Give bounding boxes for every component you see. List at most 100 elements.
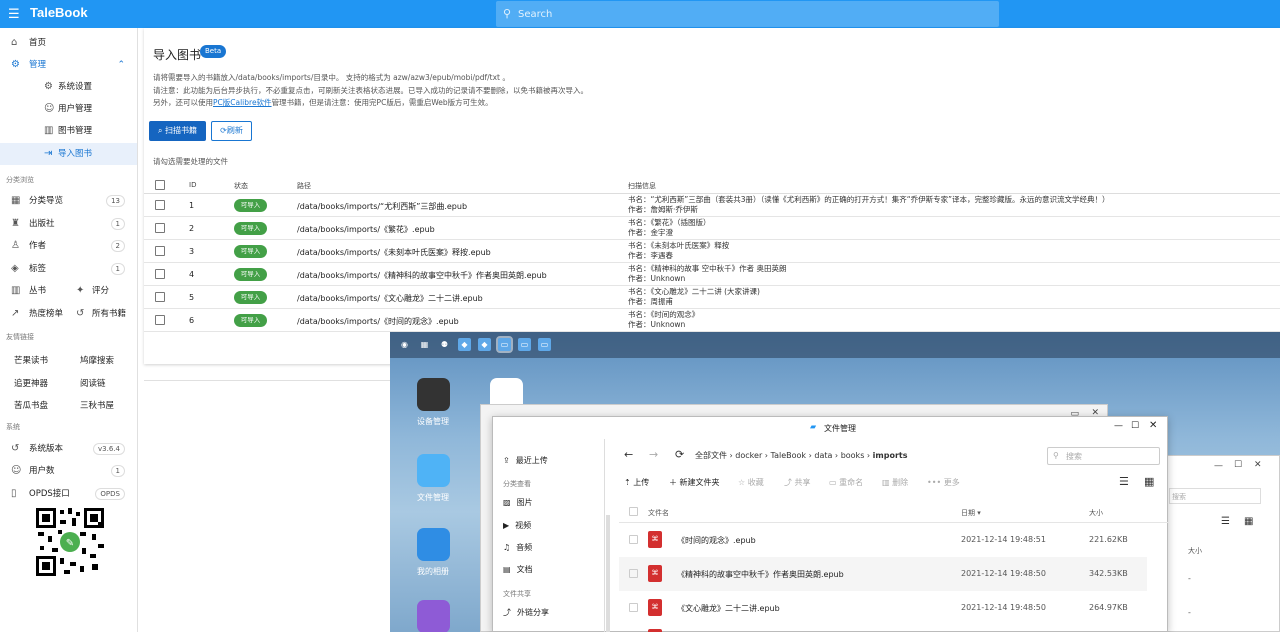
search-input[interactable]: ⚲ Search (496, 1, 999, 27)
background-window-2[interactable]: — ☐ ✕ 搜索 ☰ ▦ 大小 - - (1155, 455, 1280, 632)
desktop-icon-device[interactable]: 设备管理 (407, 378, 459, 427)
nav-system-settings[interactable]: ⚙ 系统设置 (0, 76, 137, 98)
table-row[interactable]: 4 可导入/data/books/imports/《精神科的故事空中秋千》作者奥田… (144, 263, 1280, 286)
app-title[interactable]: TaleBook (30, 5, 88, 20)
close-icon[interactable]: ✕ (1254, 460, 1262, 470)
row-checkbox[interactable] (155, 246, 165, 256)
camera-icon[interactable]: ◉ (398, 338, 411, 351)
row-checkbox[interactable] (155, 269, 165, 279)
table-row[interactable]: 6 可导入/data/books/imports/《时间的观念》.epub 书名：… (144, 309, 1280, 332)
link-item[interactable]: 芒果读书 (14, 354, 48, 366)
sidebar-item-share[interactable]: ⤴ 外链分享 (503, 607, 549, 618)
row-checkbox[interactable] (629, 535, 638, 544)
nav-publisher[interactable]: ♜ 出版社 1 (0, 213, 137, 235)
minimize-icon[interactable]: — (1214, 461, 1223, 471)
breadcrumb-item[interactable]: TaleBook (771, 451, 807, 460)
nav-import-books[interactable]: ⇥ 导入图书 (0, 143, 137, 165)
folder-icon[interactable]: ▭ (496, 336, 513, 353)
grid-view-icon[interactable]: ▦ (1144, 475, 1154, 488)
nav-rating[interactable]: ✦ 评分 (70, 280, 137, 302)
maximize-icon[interactable]: ☐ (1131, 421, 1139, 431)
link-item[interactable]: 阅读链 (80, 377, 106, 389)
breadcrumb-item[interactable]: docker (735, 451, 762, 460)
row-checkbox[interactable] (629, 569, 638, 578)
network-icon[interactable]: ⚉ (438, 338, 451, 351)
upload-button[interactable]: ⇡ 上传 (624, 477, 649, 488)
delete-button[interactable]: ▥ 删除 (882, 477, 908, 488)
more-button[interactable]: ••• 更多 (927, 477, 960, 488)
nav-version[interactable]: ↺ 系统版本 v3.6.4 (0, 438, 137, 460)
file-row[interactable]: ⌘ 《文心雕龙》二十二讲.epub 2021-12-14 19:48:50 264.9… (619, 591, 1147, 625)
desktop-icon-photos[interactable]: 我的相册 (407, 528, 459, 577)
table-row[interactable]: 3 可导入/data/books/imports/《未刻本叶氏医案》释按.epub… (144, 240, 1280, 263)
nav-series[interactable]: ▥ 丛书 (0, 280, 70, 302)
scan-button[interactable]: ⌕ 扫描书籍 (149, 121, 206, 141)
table-row[interactable]: 2 可导入/data/books/imports/《繁花》.epub 书名：《繁花… (144, 217, 1280, 240)
file-row[interactable] (619, 625, 1147, 632)
maximize-icon[interactable]: ☐ (1234, 460, 1242, 470)
nav-user-count[interactable]: ☺ 用户数 1 (0, 460, 137, 482)
new-folder-button[interactable]: ＋ 新建文件夹 (669, 477, 720, 488)
sort-date[interactable]: 日期 ▾ (961, 508, 981, 518)
breadcrumb-item[interactable]: imports (873, 451, 908, 460)
refresh-button[interactable]: ⟳刷新 (211, 121, 252, 141)
table-row[interactable]: 5 可导入/data/books/imports/《文心雕龙》二十二讲.epub … (144, 286, 1280, 309)
forward-icon[interactable]: → (649, 448, 658, 461)
nav-home[interactable]: ⌂ 首页 (0, 32, 137, 54)
file-row[interactable]: ⌘ 《精神科的故事空中秋千》作者奥田英朗.epub 2021-12-14 19:48… (619, 557, 1147, 591)
nav-opds[interactable]: ▯ OPDS接口 OPDS (0, 483, 137, 505)
nav-book-manage[interactable]: ▥ 图书管理 (0, 120, 137, 142)
link-item[interactable]: 鸠摩搜索 (80, 354, 114, 366)
nav-category[interactable]: ▦ 分类导览 13 (0, 190, 137, 212)
favorite-button[interactable]: ☆ 收藏 (738, 477, 764, 488)
link-item[interactable]: 三秋书屋 (80, 399, 114, 411)
file-search-input[interactable]: ⚲ 搜索 (1047, 447, 1160, 465)
menu-icon[interactable]: ☰ (8, 7, 20, 22)
docker-icon[interactable]: ◆ (458, 338, 471, 351)
list-view-icon[interactable]: ☰ (1119, 475, 1129, 488)
file-manager-window[interactable]: ▰ 文件管理 — ☐ ✕ ⇪ 最近上传 分类查看 ▨ 图片 ▶ 视频 ♫ 音频 ▤ 文档 … (492, 416, 1169, 632)
back-icon[interactable]: ← (624, 448, 633, 461)
scrollbar[interactable] (606, 515, 610, 632)
sidebar-item-recent[interactable]: ⇪ 最近上传 (503, 455, 548, 466)
grid-view-icon[interactable]: ▦ (1244, 516, 1253, 527)
link-item[interactable]: 苦瓜书盘 (14, 399, 48, 411)
window-titlebar[interactable]: ▰ 文件管理 — ☐ ✕ (493, 417, 1169, 439)
refresh-icon[interactable]: ⟳ (675, 448, 684, 461)
sidebar-item-images[interactable]: ▨ 图片 (503, 497, 533, 508)
sidebar-item-video[interactable]: ▶ 视频 (503, 520, 531, 531)
close-icon[interactable]: ✕ (1149, 420, 1157, 431)
nav-all-books[interactable]: ↺ 所有书籍 (70, 303, 137, 325)
app-icon[interactable]: ◆ (478, 338, 491, 351)
nav-manage[interactable]: ⚙ 管理 ⌃ (0, 54, 137, 76)
nav-hot[interactable]: ↗ 热度榜单 (0, 303, 70, 325)
nav-tag[interactable]: ◈ 标签 1 (0, 258, 137, 280)
file-row[interactable]: ⌘ 《时间的观念》.epub 2021-12-14 19:48:51 221.62KB (619, 523, 1147, 557)
list-view-icon[interactable]: ☰ (1221, 516, 1230, 527)
share-button[interactable]: ⤴ 共享 (784, 477, 811, 488)
breadcrumb-item[interactable]: data (814, 451, 832, 460)
calibre-link[interactable]: PC版Calibre软件 (213, 98, 272, 107)
desktop-icon-app[interactable] (407, 600, 459, 632)
table-row[interactable]: 1 可导入/data/books/imports/“尤利西斯”三部曲.epub 书… (144, 194, 1280, 217)
row-checkbox[interactable] (629, 603, 638, 612)
breadcrumb-item[interactable]: books (841, 451, 865, 460)
nav-user-manage[interactable]: ☺ 用户管理 (0, 98, 137, 120)
sidebar-item-docs[interactable]: ▤ 文档 (503, 564, 533, 575)
search-input[interactable]: 搜索 (1169, 488, 1261, 504)
select-all-checkbox[interactable] (629, 507, 638, 516)
minimize-icon[interactable]: — (1114, 421, 1123, 431)
row-checkbox[interactable] (155, 315, 165, 325)
row-checkbox[interactable] (155, 292, 165, 302)
select-all-checkbox[interactable] (155, 180, 165, 190)
breadcrumb-item[interactable]: 全部文件 (695, 451, 727, 460)
folder-icon[interactable]: ▭ (538, 338, 551, 351)
row-checkbox[interactable] (155, 223, 165, 233)
folder-icon[interactable]: ▭ (518, 338, 531, 351)
sidebar-item-audio[interactable]: ♫ 音频 (503, 542, 532, 553)
rename-button[interactable]: ▭ 重命名 (829, 477, 863, 488)
nav-author[interactable]: ♙ 作者 2 (0, 235, 137, 257)
row-checkbox[interactable] (155, 200, 165, 210)
desktop-icon-files[interactable]: 文件管理 (407, 454, 459, 503)
apps-icon[interactable]: ▦ (418, 338, 431, 351)
